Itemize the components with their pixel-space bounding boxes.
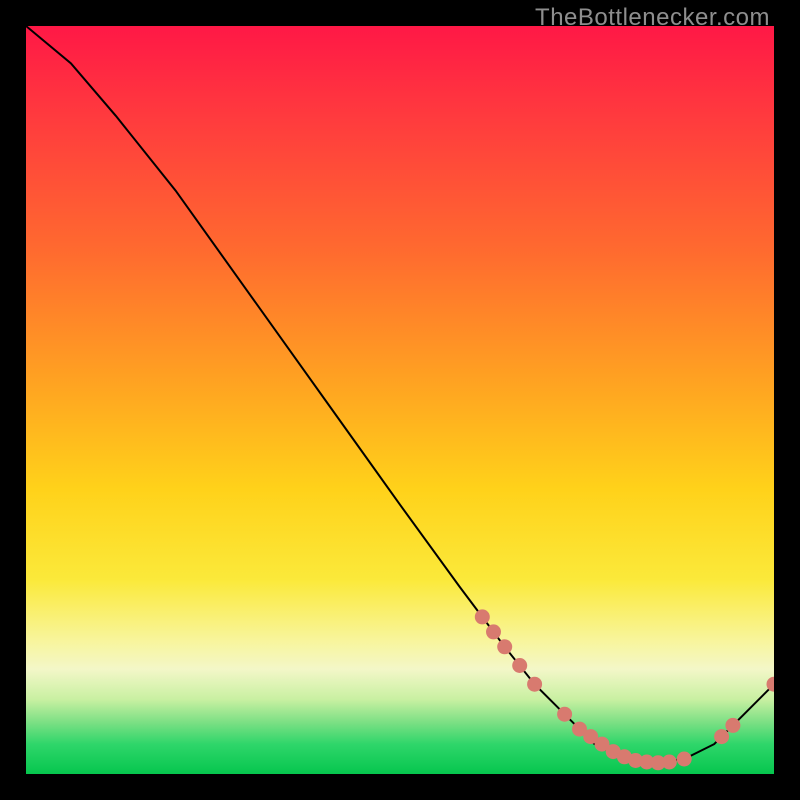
data-marker xyxy=(714,729,729,744)
bottleneck-curve xyxy=(26,26,774,763)
chart-svg xyxy=(26,26,774,774)
data-marker xyxy=(512,658,527,673)
data-marker xyxy=(662,755,677,770)
data-marker xyxy=(475,609,490,624)
data-markers xyxy=(475,609,774,770)
data-marker xyxy=(527,677,542,692)
data-marker xyxy=(497,639,512,654)
watermark-text: TheBottlenecker.com xyxy=(535,4,770,32)
data-marker xyxy=(486,624,501,639)
chart-frame: TheBottlenecker.com xyxy=(0,0,800,800)
data-marker xyxy=(725,718,740,733)
data-marker xyxy=(557,707,572,722)
data-marker xyxy=(677,752,692,767)
